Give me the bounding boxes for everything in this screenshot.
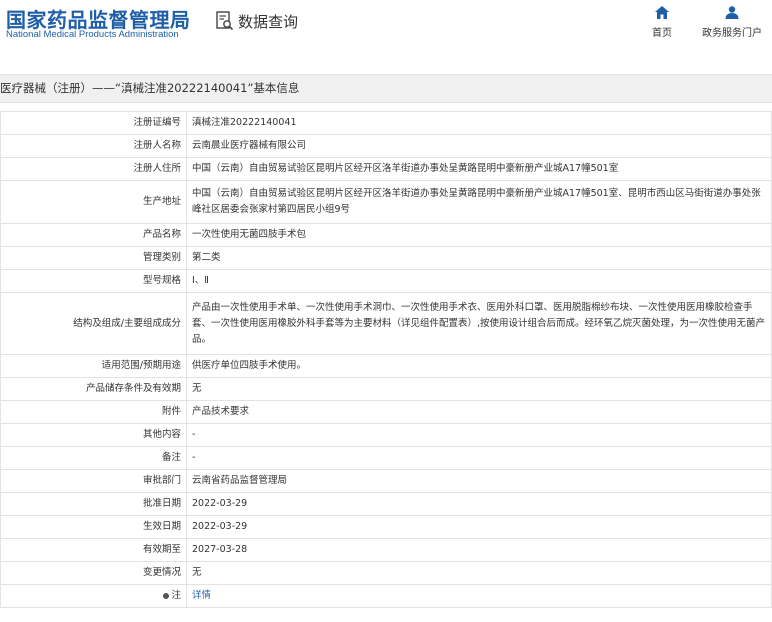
home-icon [655,6,669,19]
row-value: Ⅰ、Ⅱ [186,269,772,293]
table-row: 管理类别 第二类 [0,246,772,270]
table-row: 产品储存条件及有效期 无 [0,377,772,401]
row-value: 一次性使用无菌四肢手术包 [186,223,772,247]
row-value: 云南省药品监督管理局 [186,469,772,493]
row-value: 云南晨业医疗器械有限公司 [186,134,772,158]
row-label: 生产地址 [0,180,187,224]
site-logo-subtitle[interactable]: National Medical Products Administration [6,29,179,40]
row-value: 产品由一次性使用手术单、一次性使用手术洞巾、一次性使用手术衣、医用外科口罩、医用… [186,292,772,355]
document-search-icon [216,11,234,31]
row-value: 中国（云南）自由贸易试验区昆明片区经开区洛羊街道办事处呈黄路昆明中豪新册产业城A… [186,157,772,181]
row-label: 批准日期 [0,492,187,516]
table-row: 审批部门 云南省药品监督管理局 [0,469,772,493]
table-row: 注册人名称 云南晨业医疗器械有限公司 [0,134,772,158]
row-label: 注册人名称 [0,134,187,158]
table-row: 其他内容 - [0,423,772,447]
row-value: 供医疗单位四肢手术使用。 [186,354,772,378]
row-label: 生效日期 [0,515,187,539]
note-label-cell: 注 [0,584,187,608]
row-value: 第二类 [186,246,772,270]
table-row: 有效期至 2027-03-28 [0,538,772,562]
row-label: 变更情况 [0,561,187,585]
page-title-bar: 医疗器械（注册）——“滇械注准20222140041”基本信息 [0,74,772,103]
row-label: 结构及组成/主要组成成分 [0,292,187,355]
table-row: 生效日期 2022-03-29 [0,515,772,539]
table-row: 注 详情 [0,584,772,608]
table-row: 型号规格 Ⅰ、Ⅱ [0,269,772,293]
table-row: 备注 - [0,446,772,470]
row-label: 型号规格 [0,269,187,293]
site-header: 国家药品监督管理局 National Medical Products Admi… [0,0,772,64]
nav-gov-service-portal[interactable]: 政务服务门户 [700,6,764,39]
row-value: 中国（云南）自由贸易试验区昆明片区经开区洛羊街道办事处呈黄路昆明中豪新册产业城A… [186,180,772,224]
row-label: 备注 [0,446,187,470]
row-label: 产品名称 [0,223,187,247]
row-value: - [186,446,772,470]
row-value: 产品技术要求 [186,400,772,424]
row-label: 注册人住所 [0,157,187,181]
user-icon [725,6,739,19]
bullet-icon [163,592,170,599]
table-row: 结构及组成/主要组成成分 产品由一次性使用手术单、一次性使用手术洞巾、一次性使用… [0,292,772,355]
table-row: 批准日期 2022-03-29 [0,492,772,516]
nav-portal-label: 政务服务门户 [702,28,762,39]
row-value: 无 [186,377,772,401]
row-value: 2027-03-28 [186,538,772,562]
table-row: 附件 产品技术要求 [0,400,772,424]
row-label: 其他内容 [0,423,187,447]
table-row: 产品名称 一次性使用无菌四肢手术包 [0,223,772,247]
row-value: 2022-03-29 [186,492,772,516]
row-value: 滇械注准20222140041 [186,111,772,135]
data-query-title[interactable]: 数据查询 [216,10,298,32]
row-value: 2022-03-29 [186,515,772,539]
row-value: 无 [186,561,772,585]
registration-info-table: 注册证编号 滇械注准20222140041 注册人名称 云南晨业医疗器械有限公司… [0,111,772,608]
row-value: - [186,423,772,447]
row-label: 注 [171,590,181,601]
page-title: 医疗器械（注册）——“滇械注准20222140041”基本信息 [0,81,300,95]
row-label: 适用范围/预期用途 [0,354,187,378]
row-label: 有效期至 [0,538,187,562]
row-label: 审批部门 [0,469,187,493]
table-row: 变更情况 无 [0,561,772,585]
row-label: 附件 [0,400,187,424]
table-row: 适用范围/预期用途 供医疗单位四肢手术使用。 [0,354,772,378]
row-label: 注册证编号 [0,111,187,135]
details-link[interactable]: 详情 [192,590,211,601]
nav-home[interactable]: 首页 [650,6,674,39]
table-row: 生产地址 中国（云南）自由贸易试验区昆明片区经开区洛羊街道办事处呈黄路昆明中豪新… [0,180,772,224]
table-row: 注册人住所 中国（云南）自由贸易试验区昆明片区经开区洛羊街道办事处呈黄路昆明中豪… [0,157,772,181]
table-row: 注册证编号 滇械注准20222140041 [0,111,772,135]
note-value-cell: 详情 [186,584,772,608]
row-label: 产品储存条件及有效期 [0,377,187,401]
row-label: 管理类别 [0,246,187,270]
nav-home-label: 首页 [652,28,672,39]
data-query-label: 数据查询 [238,12,299,31]
